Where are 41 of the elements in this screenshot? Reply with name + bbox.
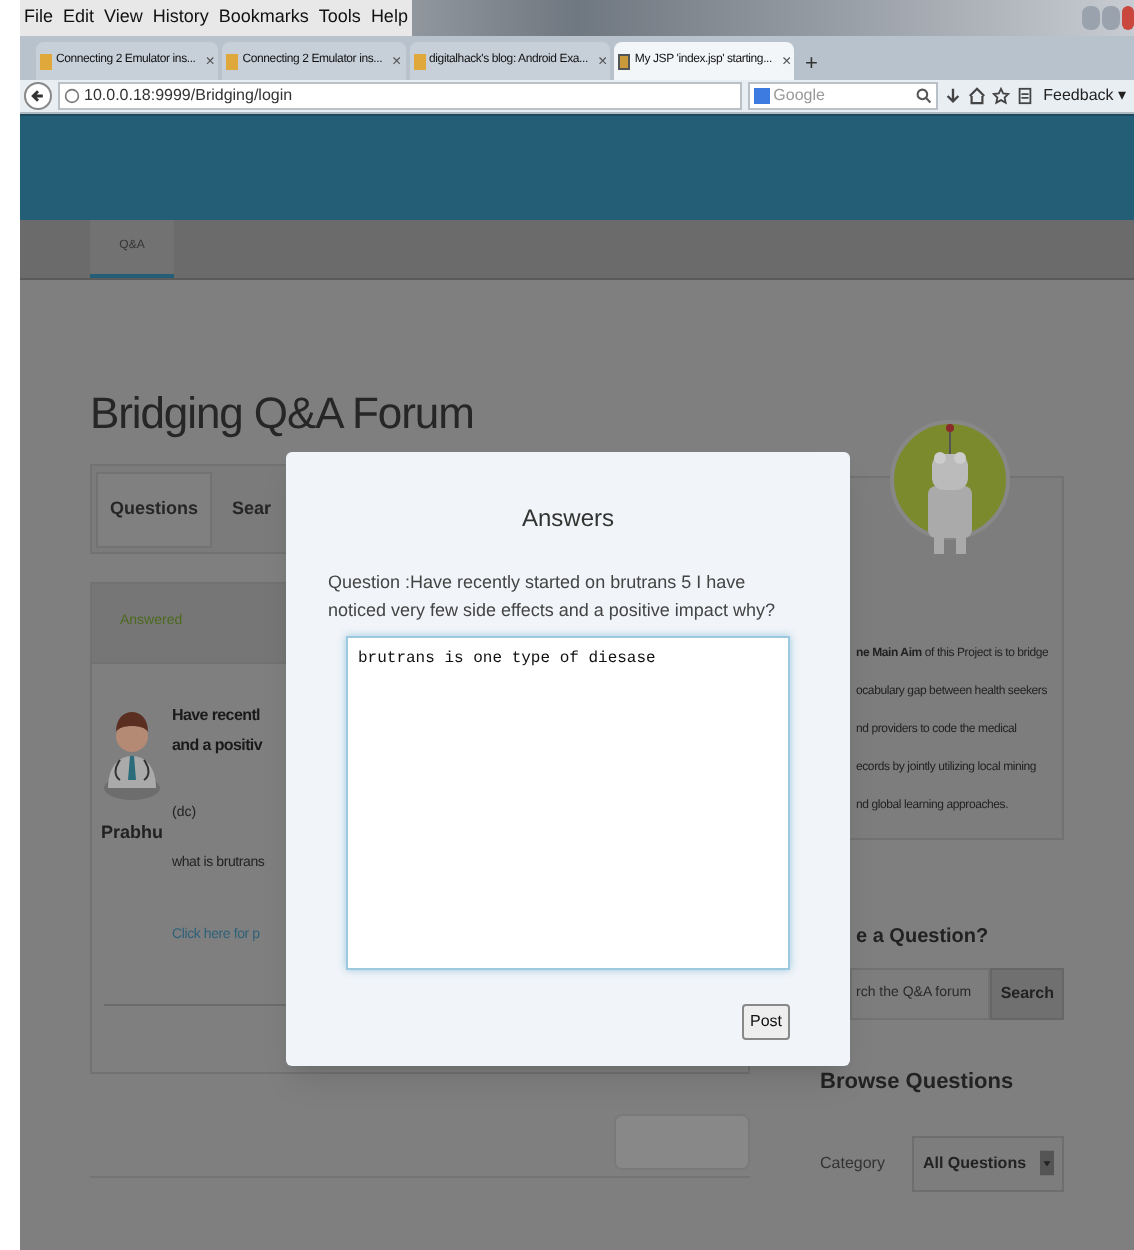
author-name: Prabhu (100, 820, 163, 846)
category-select[interactable]: All Questions (912, 1135, 1064, 1191)
menu-item[interactable]: View (104, 4, 143, 32)
section-tab[interactable]: Sear (220, 471, 284, 547)
search-icon[interactable] (915, 88, 932, 104)
question-title[interactable]: Have recentl (172, 700, 265, 730)
feedback-button[interactable]: Feedback ▾ (1039, 84, 1130, 108)
search-engine-icon[interactable] (753, 88, 770, 104)
menu-item[interactable]: History (152, 4, 209, 32)
url-field[interactable]: 10.0.0.18:9999/Bridging/login (58, 82, 742, 110)
menu-item[interactable]: Tools (318, 4, 361, 32)
page-icon (226, 53, 239, 69)
home-icon[interactable] (967, 86, 986, 106)
post-button[interactable]: Post (741, 1004, 790, 1040)
close-icon[interactable]: × (205, 49, 215, 73)
close-icon[interactable]: × (781, 49, 791, 73)
browse-heading: Browse Questions (820, 1068, 1016, 1098)
menu-item[interactable]: Help (370, 4, 408, 32)
ask-heading: e a Question? (856, 924, 991, 952)
question-title[interactable]: and a positiv (172, 730, 265, 760)
new-tab-button[interactable]: + (798, 47, 824, 80)
answer-textarea[interactable]: brutrans is one type of diesase (346, 636, 790, 970)
menu-item[interactable]: File (24, 4, 54, 32)
bookmarks-icon[interactable] (1015, 86, 1034, 106)
dialog-title: Answers (521, 502, 614, 536)
page-icon (618, 53, 631, 69)
section-tab[interactable]: Questions (96, 471, 213, 547)
window-controls-icon[interactable] (1082, 6, 1134, 30)
page-icon (40, 53, 52, 69)
download-icon[interactable] (943, 86, 962, 106)
star-icon[interactable] (991, 86, 1010, 106)
close-icon[interactable]: × (392, 49, 402, 73)
page-title: Bridging Q&A Forum (90, 386, 476, 442)
menu-item[interactable]: Bookmarks (218, 4, 309, 32)
question-text: Question :Have recently started on brutrans 5 I have noticed very few side effects and a positive impact why? (326, 570, 777, 624)
category-label: Category (820, 1151, 885, 1175)
menu-item[interactable]: Edit (63, 4, 95, 32)
close-icon[interactable]: × (597, 49, 607, 73)
page-icon (413, 53, 426, 69)
back-icon[interactable] (24, 82, 52, 110)
globe-icon (64, 88, 80, 104)
